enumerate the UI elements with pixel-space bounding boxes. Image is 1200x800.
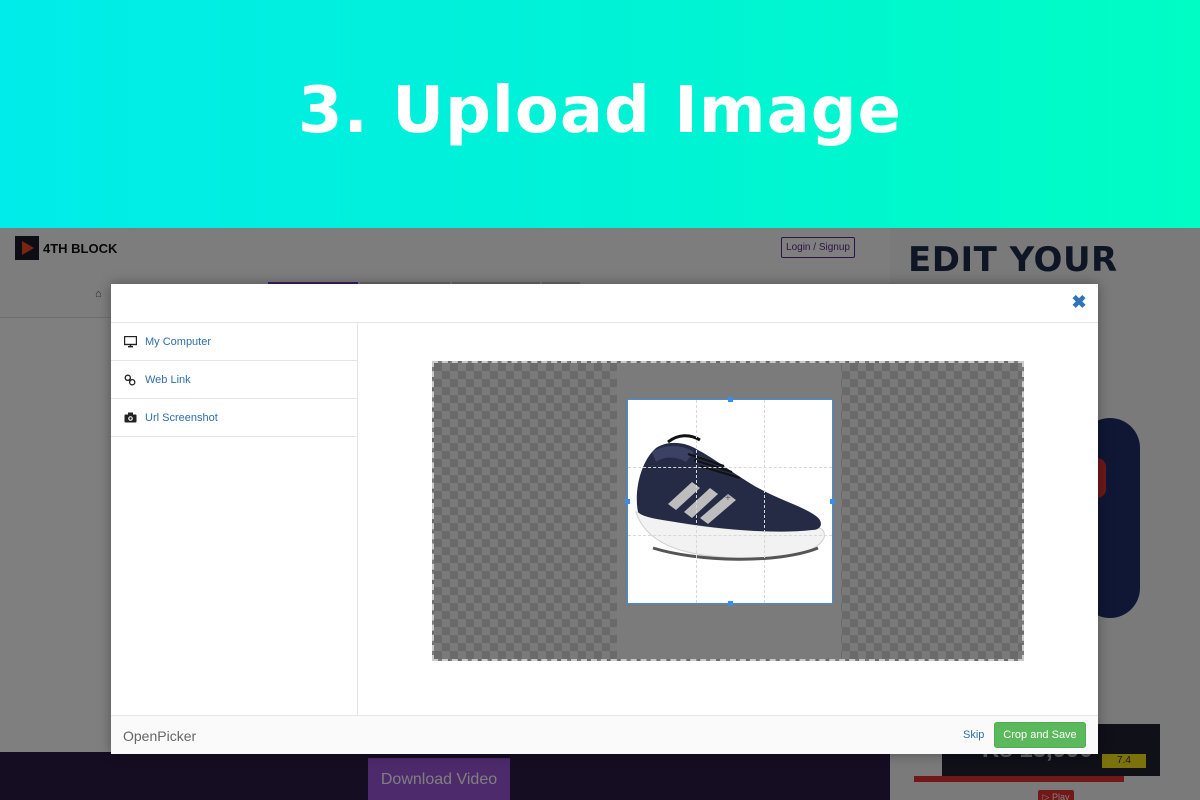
- sidebar-item-url-screenshot[interactable]: Url Screenshot: [111, 399, 357, 437]
- crop-box[interactable]: +: [625, 397, 835, 606]
- sidebar-item-my-computer[interactable]: My Computer: [111, 323, 357, 361]
- crop-center-icon: +: [725, 493, 731, 504]
- modal-footer: OpenPicker Skip Crop and Save: [111, 715, 1098, 754]
- crop-and-save-button[interactable]: Crop and Save: [994, 722, 1086, 748]
- crop-guide-line: [628, 467, 832, 468]
- crop-guide-line: [764, 400, 765, 603]
- sidebar-item-label: My Computer: [145, 335, 212, 348]
- crop-guide-line: [696, 400, 697, 603]
- crop-handle-left[interactable]: [625, 499, 630, 504]
- banner-title: 3. Upload Image: [298, 74, 902, 148]
- sidebar-item-label: Web Link: [145, 373, 191, 386]
- sidebar-item-web-link[interactable]: Web Link: [111, 361, 357, 399]
- modal-header: ✖: [111, 284, 1098, 323]
- close-icon[interactable]: ✖: [1070, 293, 1088, 311]
- crop-guide-line: [628, 535, 832, 536]
- crop-handle-top[interactable]: [728, 397, 733, 402]
- source-sidebar: My Computer Web Link Url Screenshot: [111, 323, 358, 715]
- monitor-icon: [123, 335, 137, 349]
- crop-stage: +: [432, 361, 1024, 661]
- skip-button[interactable]: Skip: [963, 729, 984, 741]
- crop-handle-right[interactable]: [830, 499, 835, 504]
- banner: 3. Upload Image: [0, 0, 1200, 228]
- crop-handle-bottom[interactable]: [728, 601, 733, 606]
- link-icon: [123, 373, 137, 387]
- camera-icon: [123, 411, 137, 425]
- openpicker-modal: ✖ My Computer Web Link Url Screenshot + …: [111, 284, 1098, 754]
- sidebar-item-label: Url Screenshot: [145, 411, 218, 424]
- openpicker-brand: OpenPicker: [123, 728, 197, 744]
